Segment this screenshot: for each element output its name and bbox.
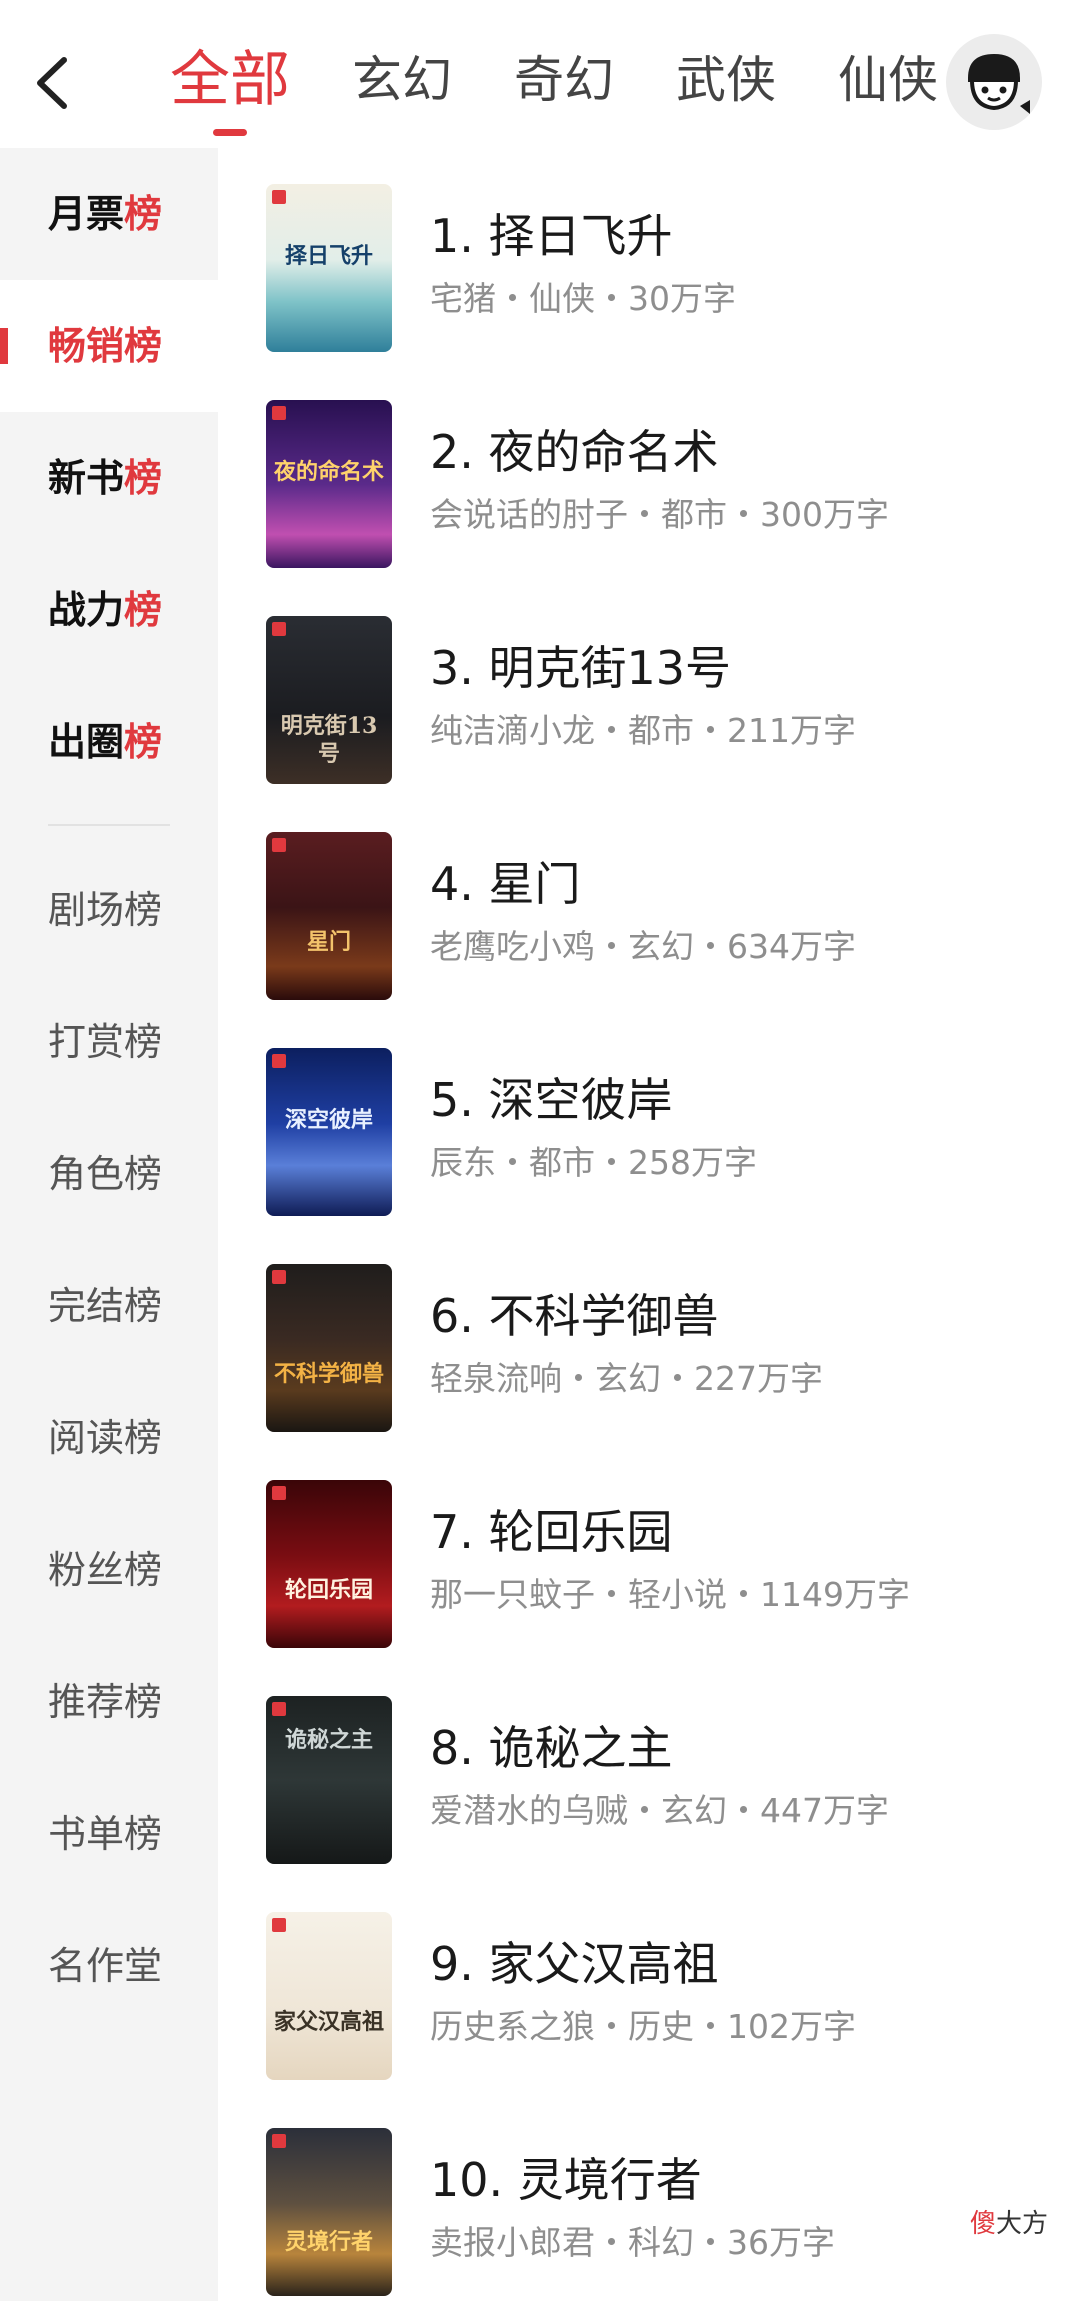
book-title[interactable]: 1. 择日飞升 xyxy=(430,200,673,266)
list-item[interactable]: 诡秘之主 8. 诡秘之主 爱潜水的乌贼・玄幻・447万字 xyxy=(218,1660,1080,1876)
cover-title: 夜的命名术 xyxy=(273,459,384,485)
sidebar-item-label: 畅销 xyxy=(48,324,125,368)
list-item[interactable]: 择日飞升 1. 择日飞升 宅猪・仙侠・30万字 xyxy=(218,148,1080,364)
publisher-logo-icon xyxy=(272,1918,286,1932)
tab-qihuan[interactable]: 奇幻 xyxy=(514,40,614,120)
sidebar-item-character[interactable]: 角色榜 xyxy=(0,1108,218,1240)
tab-all[interactable]: 全部 xyxy=(170,40,290,136)
cover-title: 家父汉高祖 xyxy=(273,2009,384,2035)
category-tabs: 全部 玄幻 奇幻 武侠 仙侠 xyxy=(170,40,1000,136)
cover-title: 择日飞升 xyxy=(284,243,373,269)
sidebar-item-new-books[interactable]: 新书榜 xyxy=(0,412,218,544)
cover-title: 灵境行者 xyxy=(284,2229,373,2255)
back-button[interactable] xyxy=(28,50,76,116)
cover-title: 诡秘之主 xyxy=(284,1727,373,1753)
sidebar-item-suffix: 榜 xyxy=(124,192,163,236)
sidebar-item-label: 新书 xyxy=(48,456,125,500)
sidebar-item-bestseller[interactable]: 畅销榜 xyxy=(0,280,218,412)
book-title[interactable]: 3. 明克街13号 xyxy=(430,632,731,698)
book-meta: 爱潜水的乌贼・玄幻・447万字 xyxy=(430,1791,889,1830)
sidebar-item-suffix: 榜 xyxy=(124,588,163,632)
sidebar-item-power[interactable]: 战力榜 xyxy=(0,544,218,676)
book-cover[interactable]: 家父汉高祖 xyxy=(266,1912,392,2080)
publisher-logo-icon xyxy=(272,622,286,636)
sidebar-item-label: 月票 xyxy=(48,192,125,236)
sidebar-item-booklist[interactable]: 书单榜 xyxy=(0,1768,218,1900)
book-meta: 卖报小郎君・科幻・36万字 xyxy=(430,2223,835,2262)
tab-wuxia[interactable]: 武侠 xyxy=(676,40,776,120)
book-meta: 轻泉流响・玄幻・227万字 xyxy=(430,1359,823,1398)
book-meta: 纯洁滴小龙・都市・211万字 xyxy=(430,711,856,750)
book-title[interactable]: 6. 不科学御兽 xyxy=(430,1280,719,1346)
sidebar-item-suffix: 榜 xyxy=(124,324,163,368)
publisher-logo-icon xyxy=(272,1486,286,1500)
list-item[interactable]: 轮回乐园 7. 轮回乐园 那一只蚊子・轻小说・1149万字 xyxy=(218,1444,1080,1660)
cover-title: 明克街13号 xyxy=(280,713,378,767)
top-header: 全部 玄幻 奇幻 武侠 仙侠 xyxy=(0,0,1080,148)
book-meta: 会说话的肘子・都市・300万字 xyxy=(430,495,889,534)
list-item[interactable]: 深空彼岸 5. 深空彼岸 辰东・都市・258万字 xyxy=(218,1012,1080,1228)
publisher-logo-icon xyxy=(272,838,286,852)
sidebar-item-fans[interactable]: 粉丝榜 xyxy=(0,1504,218,1636)
book-title[interactable]: 8. 诡秘之主 xyxy=(430,1712,673,1778)
back-arrow-icon xyxy=(37,57,67,109)
sidebar-item-hall-of-fame[interactable]: 名作堂 xyxy=(0,1900,218,2032)
book-cover[interactable]: 星门 xyxy=(266,832,392,1000)
book-cover[interactable]: 深空彼岸 xyxy=(266,1048,392,1216)
book-cover[interactable]: 不科学御兽 xyxy=(266,1264,392,1432)
sidebar-item-reading[interactable]: 阅读榜 xyxy=(0,1372,218,1504)
list-item[interactable]: 不科学御兽 6. 不科学御兽 轻泉流响・玄幻・227万字 xyxy=(218,1228,1080,1444)
list-item[interactable]: 明克街13号 3. 明克街13号 纯洁滴小龙・都市・211万字 xyxy=(218,580,1080,796)
sidebar-item-theater[interactable]: 剧场榜 xyxy=(0,844,218,976)
book-meta: 老鹰吃小鸡・玄幻・634万字 xyxy=(430,927,856,966)
publisher-logo-icon xyxy=(272,1702,286,1716)
book-title[interactable]: 9. 家父汉高祖 xyxy=(430,1928,719,1994)
list-item[interactable]: 星门 4. 星门 老鹰吃小鸡・玄幻・634万字 xyxy=(218,796,1080,1012)
ranking-sidebar: 月票榜 畅销榜 新书榜 战力榜 出圈榜 剧场榜 打赏榜 角色榜 完结榜 阅读榜 … xyxy=(0,148,218,2301)
book-meta: 历史系之狼・历史・102万字 xyxy=(430,2007,856,2046)
cover-title: 深空彼岸 xyxy=(284,1107,373,1133)
book-cover[interactable]: 择日飞升 xyxy=(266,184,392,352)
book-meta: 那一只蚊子・轻小说・1149万字 xyxy=(430,1575,910,1614)
publisher-logo-icon xyxy=(272,1270,286,1284)
book-meta: 辰东・都市・258万字 xyxy=(430,1143,757,1182)
book-meta: 宅猪・仙侠・30万字 xyxy=(430,279,736,318)
book-cover[interactable]: 灵境行者 xyxy=(266,2128,392,2296)
sidebar-item-recommend[interactable]: 推荐榜 xyxy=(0,1636,218,1768)
book-title[interactable]: 10. 灵境行者 xyxy=(430,2144,702,2210)
watermark: 傻大方 xyxy=(970,2209,1049,2239)
list-item[interactable]: 灵境行者 10. 灵境行者 卖报小郎君・科幻・36万字 xyxy=(218,2092,1080,2301)
publisher-logo-icon xyxy=(272,190,286,204)
sidebar-item-completed[interactable]: 完结榜 xyxy=(0,1240,218,1372)
publisher-logo-icon xyxy=(272,1054,286,1068)
tab-xianxia[interactable]: 仙侠 xyxy=(838,40,938,120)
list-item[interactable]: 家父汉高祖 9. 家父汉高祖 历史系之狼・历史・102万字 xyxy=(218,1876,1080,2092)
sidebar-divider xyxy=(48,824,170,826)
sidebar-item-label: 出圈 xyxy=(48,720,125,764)
sidebar-item-suffix: 榜 xyxy=(124,456,163,500)
book-title[interactable]: 5. 深空彼岸 xyxy=(430,1064,673,1130)
book-cover[interactable]: 明克街13号 xyxy=(266,616,392,784)
sidebar-item-monthly[interactable]: 月票榜 xyxy=(0,148,218,280)
cover-title: 星门 xyxy=(306,929,351,955)
cover-title: 不科学御兽 xyxy=(273,1361,384,1387)
book-cover[interactable]: 夜的命名术 xyxy=(266,400,392,568)
user-avatar-button[interactable] xyxy=(946,34,1042,130)
book-cover[interactable]: 轮回乐园 xyxy=(266,1480,392,1648)
sidebar-item-label: 战力 xyxy=(48,588,125,632)
sidebar-item-reward[interactable]: 打赏榜 xyxy=(0,976,218,1108)
book-title[interactable]: 7. 轮回乐园 xyxy=(430,1496,673,1562)
book-ranking-list: 择日飞升 1. 择日飞升 宅猪・仙侠・30万字 夜的命名术 2. 夜的命名术 会… xyxy=(218,148,1080,2301)
sidebar-item-suffix: 榜 xyxy=(124,720,163,764)
avatar-face-icon xyxy=(968,54,1030,114)
book-title[interactable]: 4. 星门 xyxy=(430,848,581,914)
list-item[interactable]: 夜的命名术 2. 夜的命名术 会说话的肘子・都市・300万字 xyxy=(218,364,1080,580)
tab-xuanhuan[interactable]: 玄幻 xyxy=(352,40,452,120)
book-title[interactable]: 2. 夜的命名术 xyxy=(430,416,719,482)
cover-title: 轮回乐园 xyxy=(284,1577,373,1603)
publisher-logo-icon xyxy=(272,2134,286,2148)
sidebar-item-breakout[interactable]: 出圈榜 xyxy=(0,676,218,808)
book-cover[interactable]: 诡秘之主 xyxy=(266,1696,392,1864)
publisher-logo-icon xyxy=(272,406,286,420)
